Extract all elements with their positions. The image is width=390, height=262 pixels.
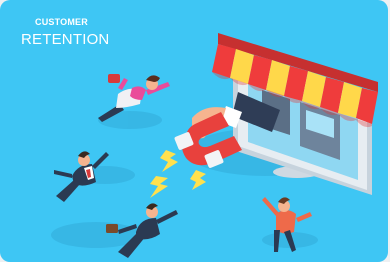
customer-retention-illustration: CUSTOMER RETENTION <box>0 0 388 262</box>
eyebrow-label: CUSTOMER <box>35 17 88 27</box>
illustration-title: RETENTION <box>21 31 110 48</box>
